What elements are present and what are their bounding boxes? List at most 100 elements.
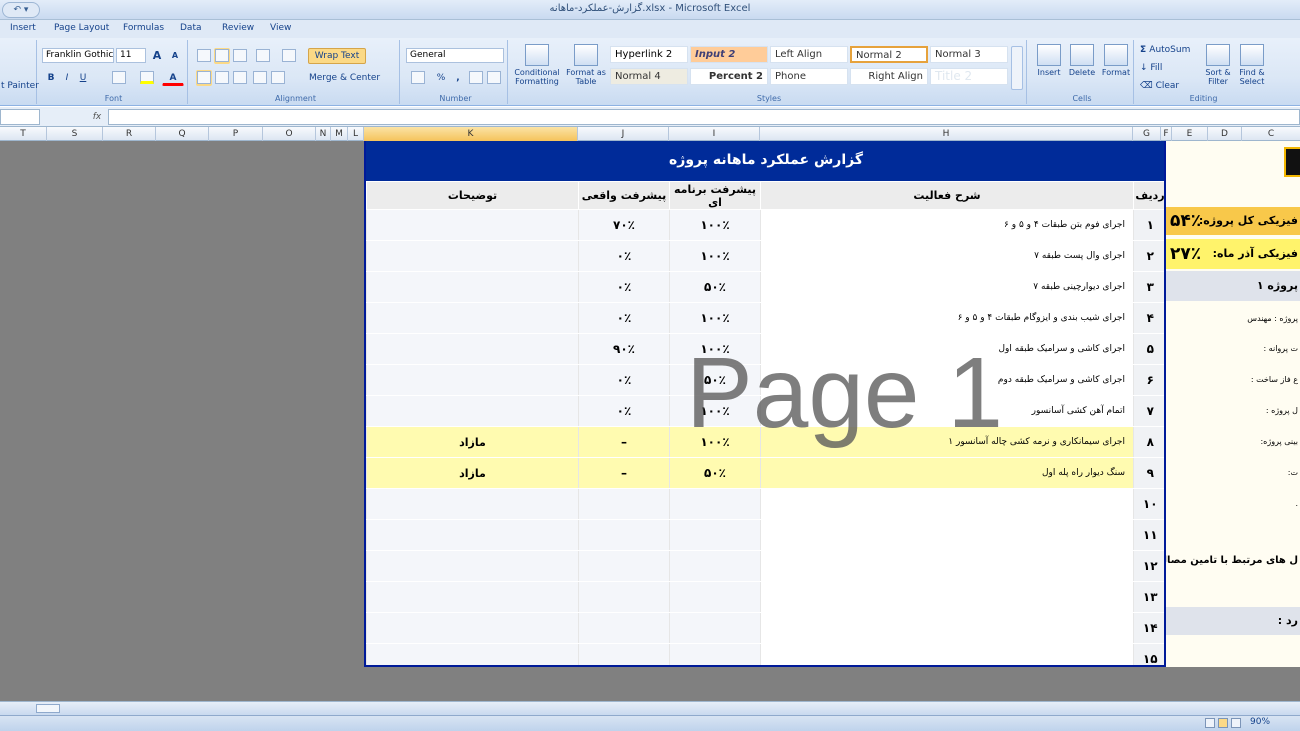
- increase-decimal-button[interactable]: [468, 70, 484, 86]
- activity-description-cell[interactable]: اجرای کاشی و سرامیک طبقه اول: [760, 333, 1134, 365]
- notes-cell[interactable]: [366, 519, 579, 551]
- sort-filter-button[interactable]: Sort & Filter: [1201, 42, 1235, 100]
- row-number-cell[interactable]: ۵: [1133, 333, 1164, 365]
- activity-description-cell[interactable]: [760, 643, 1134, 665]
- row-number-cell[interactable]: ۶: [1133, 364, 1164, 396]
- align-bottom-button[interactable]: [232, 48, 248, 64]
- actual-progress-cell[interactable]: ۷۰٪: [578, 209, 670, 241]
- planned-progress-cell[interactable]: ۵۰٪: [669, 271, 761, 303]
- grow-font-button[interactable]: A: [150, 48, 164, 64]
- actual-progress-cell[interactable]: ۹۰٪: [578, 333, 670, 365]
- fill-color-button[interactable]: [136, 70, 158, 86]
- project-total-item[interactable]: ل پروژه :: [1166, 403, 1300, 419]
- horizontal-scrollbar[interactable]: [0, 701, 1300, 715]
- row-number-cell[interactable]: ۱۰: [1133, 488, 1164, 520]
- planned-progress-cell[interactable]: [669, 519, 761, 551]
- notes-cell[interactable]: [366, 643, 579, 665]
- row-number-cell[interactable]: ۱۳: [1133, 581, 1164, 613]
- style-normal-3[interactable]: Normal 3: [930, 46, 1008, 63]
- notes-cell[interactable]: [366, 209, 579, 241]
- row-number-cell[interactable]: ۴: [1133, 302, 1164, 334]
- notes-cell[interactable]: [366, 271, 579, 303]
- decrease-decimal-button[interactable]: [486, 70, 502, 86]
- tab-review[interactable]: Review: [222, 23, 254, 33]
- row-number-cell[interactable]: ۳: [1133, 271, 1164, 303]
- column-header-o[interactable]: O: [263, 127, 316, 141]
- clear-button[interactable]: ⌫ Clear: [1139, 78, 1201, 94]
- planned-progress-cell[interactable]: ۱۰۰٪: [669, 240, 761, 272]
- delete-cells-button[interactable]: Delete: [1066, 42, 1098, 100]
- planned-progress-cell[interactable]: ۱۰۰٪: [669, 209, 761, 241]
- column-header-t[interactable]: T: [0, 127, 47, 141]
- actual-progress-cell[interactable]: ۰٪: [578, 271, 670, 303]
- wrap-text-button[interactable]: Wrap Text: [308, 48, 366, 64]
- conditional-formatting-button[interactable]: Conditional Formatting: [512, 42, 562, 100]
- format-as-table-button[interactable]: Format as Table: [564, 42, 608, 100]
- project-manager-item[interactable]: پروژه : مهندس: [1166, 311, 1300, 327]
- planned-progress-cell[interactable]: ۱۰۰٪: [669, 333, 761, 365]
- status-item[interactable]: ت:: [1166, 465, 1300, 481]
- style-hyperlink-2[interactable]: Hyperlink 2: [610, 46, 688, 63]
- month-progress-row[interactable]: فیزیکی آذر ماه: ۲۷٪: [1166, 239, 1300, 269]
- notes-cell[interactable]: [366, 612, 579, 644]
- notes-cell[interactable]: [366, 550, 579, 582]
- actual-progress-cell[interactable]: ۰٪: [578, 302, 670, 334]
- activity-description-cell[interactable]: اجرای شیب بندی و ایزوگام طبقات ۴ و ۵ و ۶: [760, 302, 1134, 334]
- notes-cell[interactable]: [366, 581, 579, 613]
- page-break-view-button[interactable]: [1231, 718, 1241, 728]
- tab-formulas[interactable]: Formulas: [123, 23, 164, 33]
- column-header-m[interactable]: M: [331, 127, 348, 141]
- align-top-button[interactable]: [196, 48, 212, 64]
- planned-progress-cell[interactable]: ۵۰٪: [669, 457, 761, 489]
- row-number-cell[interactable]: ۲: [1133, 240, 1164, 272]
- planned-progress-cell[interactable]: [669, 550, 761, 582]
- activity-description-cell[interactable]: [760, 519, 1134, 551]
- italic-button[interactable]: I: [60, 70, 74, 86]
- insert-cells-button[interactable]: Insert: [1033, 42, 1065, 100]
- tab-data[interactable]: Data: [180, 23, 202, 33]
- row-number-cell[interactable]: ۱۴: [1133, 612, 1164, 644]
- style-input-2[interactable]: Input 2: [690, 46, 768, 63]
- style-normal-2[interactable]: Normal 2: [850, 46, 928, 63]
- header-row-number[interactable]: ردیف: [1133, 181, 1164, 210]
- column-header-h[interactable]: H: [760, 127, 1133, 141]
- font-size-select[interactable]: 11: [116, 48, 146, 63]
- page-layout-view-button[interactable]: [1218, 718, 1228, 728]
- column-header-d[interactable]: D: [1208, 127, 1242, 141]
- text-direction-button[interactable]: [278, 48, 300, 64]
- notes-cell[interactable]: [366, 488, 579, 520]
- row-number-cell[interactable]: ۹: [1133, 457, 1164, 489]
- project-forecast-item[interactable]: بینی پروژه:: [1166, 434, 1300, 450]
- activity-description-cell[interactable]: سنگ دیوار راه پله اول: [760, 457, 1134, 489]
- misc-item[interactable]: .: [1166, 496, 1300, 512]
- activity-description-cell[interactable]: اتمام آهن کشی آسانسور: [760, 395, 1134, 427]
- total-progress-row[interactable]: فیزیکی کل پروژه: ۵۴٪: [1166, 207, 1300, 235]
- column-header-f[interactable]: F: [1161, 127, 1172, 141]
- actual-progress-cell[interactable]: [578, 612, 670, 644]
- find-select-button[interactable]: Find & Select: [1235, 42, 1269, 100]
- align-middle-button[interactable]: [214, 48, 230, 64]
- actual-progress-cell[interactable]: –: [578, 457, 670, 489]
- font-name-select[interactable]: Franklin Gothic: [42, 48, 114, 63]
- style-normal-4[interactable]: Normal 4: [610, 68, 688, 85]
- tab-view[interactable]: View: [270, 23, 291, 33]
- style-right-align[interactable]: Right Align: [850, 68, 928, 85]
- row-number-cell[interactable]: ۱: [1133, 209, 1164, 241]
- notes-cell[interactable]: [366, 333, 579, 365]
- column-header-c[interactable]: C: [1242, 127, 1300, 141]
- borders-button[interactable]: [108, 70, 130, 86]
- zoom-level[interactable]: 90%: [1250, 717, 1270, 727]
- worksheet-area[interactable]: گزارش عملکرد ماهانه پروژه توضیحات پیشرفت…: [0, 141, 1300, 701]
- font-color-button[interactable]: A: [162, 70, 184, 86]
- activity-description-cell[interactable]: [760, 488, 1134, 520]
- material-supply-row[interactable]: ل های مرتبط با تامین مصالح :: [1166, 549, 1300, 573]
- style-phone[interactable]: Phone: [770, 68, 848, 85]
- actual-progress-cell[interactable]: ۰٪: [578, 364, 670, 396]
- planned-progress-cell[interactable]: [669, 612, 761, 644]
- style-title-2[interactable]: Title 2: [930, 68, 1008, 85]
- actual-progress-cell[interactable]: [578, 488, 670, 520]
- column-header-k[interactable]: K: [364, 127, 578, 141]
- orientation-button[interactable]: [252, 48, 274, 64]
- decrease-indent-button[interactable]: [252, 70, 268, 86]
- header-planned-progress[interactable]: پیشرفت برنامه ای: [669, 181, 761, 210]
